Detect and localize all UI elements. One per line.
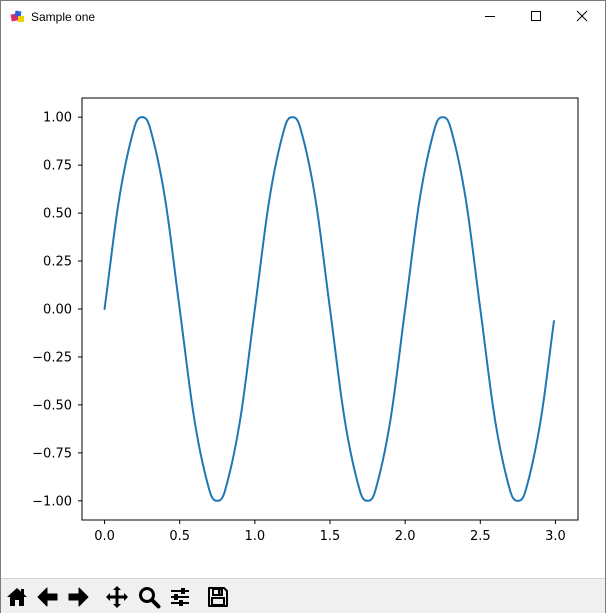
app-window: Sample one 0.0 0.5 1.0 1.5 2.0 2.5 3.0 1.00 0.75… [0,0,606,613]
minimize-icon [485,16,495,17]
back-button[interactable] [35,584,61,610]
close-button[interactable] [559,1,605,31]
y-tick-label: −1.00 [32,494,72,509]
y-tick-label: −0.25 [32,350,72,365]
x-tick-label: 3.0 [545,529,566,544]
y-tick-label: 0.00 [43,303,72,318]
matplotlib-app-icon [10,9,26,25]
home-icon [7,588,27,606]
x-tick-label: 0.5 [169,529,190,544]
y-tick-label: 0.25 [43,255,72,270]
y-tick-label: −0.50 [32,398,72,413]
configure-subplots-icon [171,588,189,606]
forward-arrow-icon [68,587,89,607]
save-button[interactable] [205,584,231,610]
figure-canvas[interactable]: 0.0 0.5 1.0 1.5 2.0 2.5 3.0 1.00 0.75 0.50 0.25 0.0… [1,31,605,577]
home-button[interactable] [4,584,30,610]
configure-subplots-button[interactable] [167,584,193,610]
minimize-button[interactable] [467,1,513,31]
series-line [103,116,555,502]
maximize-icon [531,11,541,21]
line-chart: 0.0 0.5 1.0 1.5 2.0 2.5 3.0 1.00 0.75 0.50 0.25 0.0… [32,97,579,544]
x-tick-label: 2.5 [470,529,491,544]
pan-icon [106,586,128,608]
forward-button[interactable] [65,584,91,610]
navigation-toolbar [1,578,605,613]
x-tick-label: 1.0 [245,529,266,544]
x-tick-label: 0.0 [94,529,115,544]
save-icon [208,587,228,607]
x-tick-label: 1.5 [320,529,341,544]
pan-button[interactable] [104,584,130,610]
y-tick-label: 1.00 [43,111,72,126]
x-tick-label: 2.0 [395,529,416,544]
zoom-button[interactable] [136,584,162,610]
window-title: Sample one [31,10,96,24]
y-tick-label: 0.75 [43,159,72,174]
back-arrow-icon [37,587,58,607]
title-bar[interactable]: Sample one [1,1,605,31]
maximize-button[interactable] [513,1,559,31]
y-tick-label: −0.75 [32,446,72,461]
zoom-icon [139,587,161,609]
close-icon [576,10,588,22]
y-tick-label: 0.50 [43,207,72,222]
